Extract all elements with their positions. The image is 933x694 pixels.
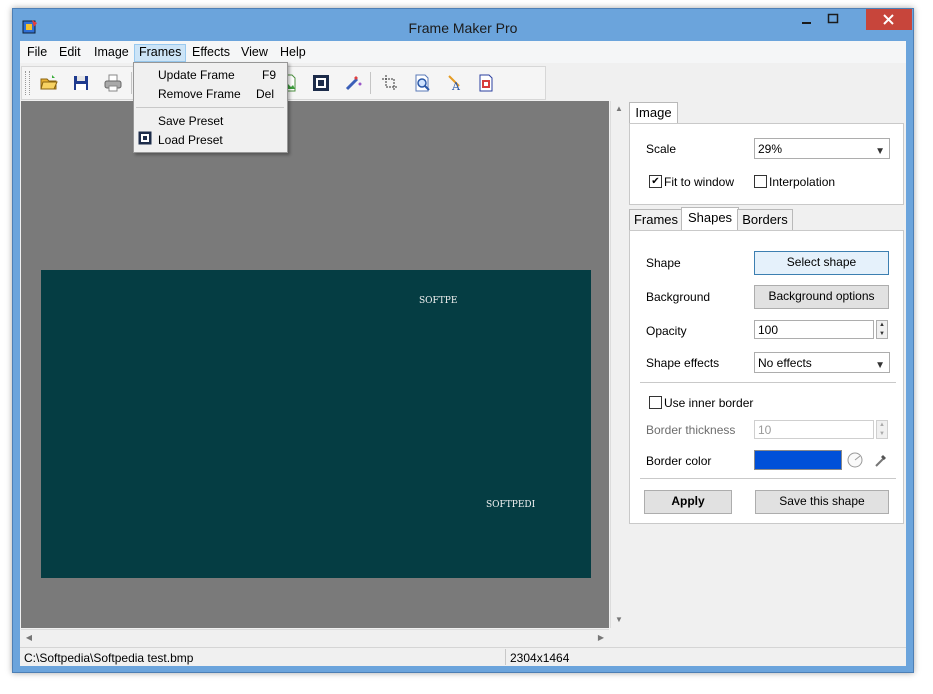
- document-icon[interactable]: [475, 72, 497, 94]
- menu-frames[interactable]: Frames: [134, 44, 187, 62]
- scale-select[interactable]: 29% ▼: [754, 138, 890, 159]
- scroll-up-arrow-icon[interactable]: ▲: [611, 101, 627, 117]
- menu-save-preset[interactable]: Save Preset: [158, 114, 223, 128]
- chevron-down-icon: ▼: [875, 146, 885, 157]
- title-bar[interactable]: Frame Maker Pro: [13, 9, 913, 41]
- shape-effects-value: No effects: [758, 356, 812, 370]
- menu-edit[interactable]: Edit: [55, 45, 85, 61]
- shapes-group: Shape Select shape Background Background…: [629, 230, 904, 524]
- scroll-right-arrow-icon[interactable]: ▶: [593, 630, 609, 646]
- menu-separator: [136, 107, 284, 108]
- eyedropper-icon[interactable]: [872, 451, 890, 469]
- use-inner-border-checkbox[interactable]: [649, 396, 662, 409]
- magic-wand-icon[interactable]: [342, 72, 364, 94]
- window-title: Frame Maker Pro: [408, 20, 518, 36]
- zoom-icon[interactable]: [411, 72, 433, 94]
- status-bar: C:\Softpedia\Softpedia test.bmp 2304x146…: [20, 647, 906, 666]
- scroll-left-arrow-icon[interactable]: ◀: [21, 630, 37, 646]
- opacity-input[interactable]: 100: [754, 320, 874, 339]
- background-options-button[interactable]: Background options: [754, 285, 889, 309]
- text-icon[interactable]: A: [443, 72, 465, 94]
- status-separator: [505, 649, 506, 665]
- print-icon[interactable]: [102, 72, 124, 94]
- interpolation-checkbox[interactable]: [754, 175, 767, 188]
- crop-icon[interactable]: [379, 72, 401, 94]
- divider: [640, 478, 896, 479]
- border-thickness-label: Border thickness: [646, 423, 736, 437]
- select-shape-button[interactable]: Select shape: [754, 251, 889, 275]
- minimize-button[interactable]: [793, 9, 819, 30]
- shape-label: Shape: [646, 256, 681, 270]
- tab-image[interactable]: Image: [629, 102, 678, 125]
- fit-to-window-checkbox[interactable]: ✔: [649, 175, 662, 188]
- scale-label: Scale: [646, 142, 677, 156]
- tab-shapes[interactable]: Shapes: [681, 207, 739, 230]
- border-color-swatch[interactable]: [754, 450, 842, 470]
- shortcut-remove-frame: Del: [256, 87, 275, 101]
- divider: [640, 382, 896, 383]
- menu-effects[interactable]: Effects: [188, 45, 234, 61]
- save-disk-icon[interactable]: [70, 72, 92, 94]
- shortcut-update-frame: F9: [262, 68, 277, 82]
- menu-help[interactable]: Help: [276, 45, 310, 61]
- opacity-spinner[interactable]: ▲ ▼: [876, 320, 888, 339]
- svg-text:A: A: [451, 80, 461, 93]
- tab-frames[interactable]: Frames: [629, 209, 683, 231]
- frame-icon[interactable]: [310, 72, 332, 94]
- shape-effects-label: Shape effects: [646, 356, 720, 370]
- scroll-down-arrow-icon[interactable]: ▼: [611, 612, 627, 628]
- close-button[interactable]: [866, 9, 912, 30]
- framed-photo: SOFTPE SOFTPEDI: [41, 270, 591, 578]
- menu-bar: File Edit Image Frames Effects View Help: [20, 41, 906, 63]
- menu-view[interactable]: View: [237, 45, 272, 61]
- apply-button[interactable]: Apply: [644, 490, 732, 514]
- menu-image[interactable]: Image: [90, 45, 133, 61]
- background-label: Background: [646, 290, 711, 304]
- toolbar-grip[interactable]: [25, 71, 30, 95]
- chevron-down-icon: ▼: [875, 360, 885, 371]
- open-folder-icon[interactable]: [38, 72, 60, 94]
- image-dimensions: 2304x1464: [510, 651, 570, 665]
- file-path: C:\Softpedia\Softpedia test.bmp: [24, 651, 194, 665]
- tab-borders[interactable]: Borders: [737, 209, 793, 231]
- vertical-scrollbar[interactable]: ▲ ▼: [610, 101, 627, 628]
- border-thickness-spinner[interactable]: ▲ ▼: [876, 420, 888, 439]
- menu-file[interactable]: File: [23, 45, 51, 61]
- image-canvas[interactable]: SOFTPE SOFTPEDI: [21, 101, 609, 628]
- interpolation-label: Interpolation: [769, 175, 836, 189]
- fit-to-window-label: Fit to window: [664, 175, 735, 189]
- toolbar-separator: [131, 72, 132, 94]
- horizontal-scrollbar[interactable]: ◀ ▶: [21, 629, 609, 646]
- watermark-top: SOFTPE: [419, 296, 457, 306]
- image-group: Scale 29% ▼ ✔ Fit to window Interpolatio…: [629, 123, 904, 205]
- menu-remove-frame[interactable]: Remove Frame: [158, 87, 241, 101]
- maximize-button[interactable]: [820, 9, 846, 30]
- scale-value: 29%: [758, 142, 783, 156]
- menu-load-preset[interactable]: Load Preset: [158, 133, 223, 147]
- color-wheel-icon[interactable]: [846, 451, 864, 469]
- use-inner-border-label: Use inner border: [664, 396, 754, 410]
- shape-effects-select[interactable]: No effects ▼: [754, 352, 890, 373]
- menu-update-frame[interactable]: Update Frame: [158, 68, 235, 82]
- save-this-shape-button[interactable]: Save this shape: [755, 490, 889, 514]
- load-preset-icon: [138, 131, 152, 145]
- opacity-label: Opacity: [646, 324, 687, 338]
- border-color-label: Border color: [646, 454, 712, 468]
- watermark-bottom: SOFTPEDI: [486, 500, 536, 510]
- toolbar-separator: [370, 72, 371, 94]
- frames-dropdown-menu: Update Frame F9 Remove Frame Del Save Pr…: [133, 62, 288, 153]
- border-thickness-input[interactable]: 10: [754, 420, 874, 439]
